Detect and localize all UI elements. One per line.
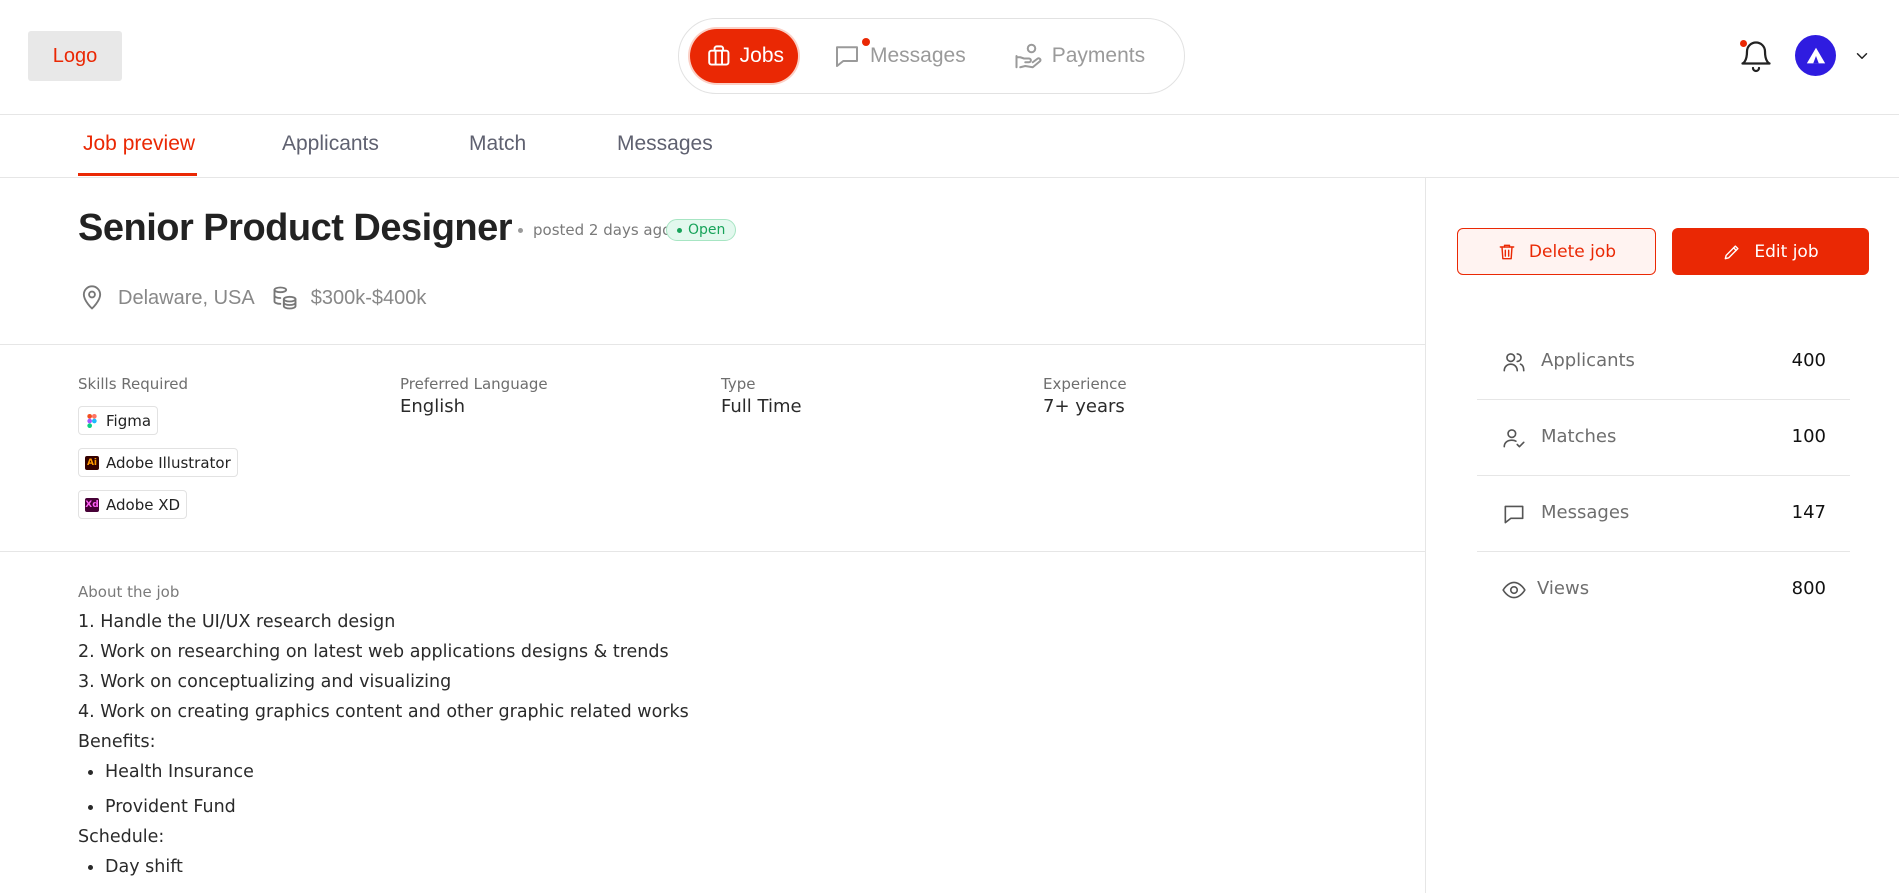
notification-dot	[1740, 40, 1747, 47]
active-tab-indicator	[78, 173, 197, 176]
delete-job-label: Delete job	[1528, 241, 1617, 262]
stat-label: Views	[1537, 578, 1590, 599]
bullet-dot	[88, 804, 93, 810]
avatar-logo-icon	[1806, 47, 1825, 63]
delete-job-button[interactable]: Delete job	[1457, 228, 1656, 275]
tab-match[interactable]: Match	[469, 132, 526, 156]
bullet-dot	[88, 769, 93, 775]
type-value: Full Time	[721, 396, 802, 417]
list-item: Day shift	[88, 857, 183, 877]
stat-label: Applicants	[1541, 350, 1635, 371]
eye-icon	[1502, 581, 1526, 599]
stat-messages[interactable]: Messages 147	[1477, 476, 1850, 552]
skill-label: Figma	[106, 411, 152, 430]
hand-coins-icon	[1015, 43, 1042, 69]
section-divider	[0, 344, 1425, 345]
job-tabs: Job preview Applicants Match Messages	[0, 115, 1899, 178]
edit-job-label: Edit job	[1754, 241, 1819, 262]
trash-icon	[1499, 244, 1515, 259]
about-line: 1. Handle the UI/UX research design	[78, 612, 396, 632]
skill-label: Adobe XD	[106, 495, 181, 514]
schedule-heading: Schedule:	[78, 827, 165, 847]
experience-value: 7+ years	[1043, 396, 1125, 417]
language-label: Preferred Language	[400, 375, 548, 393]
bullet-dot	[518, 227, 523, 233]
bullet-dot	[88, 864, 93, 870]
stat-label: Messages	[1541, 502, 1630, 523]
benefits-heading: Benefits:	[78, 732, 156, 752]
tab-job-preview[interactable]: Job preview	[83, 132, 195, 156]
tab-messages[interactable]: Messages	[617, 132, 713, 156]
nav-jobs-label: Jobs	[739, 44, 784, 67]
about-line: 3. Work on conceptualizing and visualizi…	[78, 672, 452, 692]
skill-chip: Ai Adobe Illustrator	[78, 448, 238, 477]
adobe-illustrator-icon: Ai	[85, 455, 99, 470]
experience-label: Experience	[1043, 375, 1127, 393]
about-line: 4. Work on creating graphics content and…	[78, 702, 689, 722]
logo[interactable]: Logo	[28, 31, 122, 81]
edit-job-button[interactable]: Edit job	[1672, 228, 1869, 275]
nav-messages-label: Messages	[870, 44, 966, 67]
list-item-text: Health Insurance	[105, 762, 254, 782]
page-title: Senior Product Designer	[78, 207, 513, 249]
chevron-down-icon[interactable]	[1853, 47, 1871, 65]
adobe-xd-icon: Xd	[85, 497, 99, 512]
skill-chip: Figma	[78, 406, 159, 435]
coins-icon	[273, 286, 297, 310]
avatar[interactable]	[1795, 35, 1836, 76]
briefcase-icon	[708, 45, 730, 66]
posted-time: posted 2 days ago	[518, 221, 671, 239]
chat-icon	[1504, 505, 1524, 524]
figma-icon	[85, 413, 99, 428]
chat-icon	[836, 46, 858, 67]
skills-label: Skills Required	[78, 375, 189, 393]
type-label: Type	[721, 375, 756, 393]
location-text: Delaware, USA	[118, 286, 255, 309]
stat-value: 147	[1791, 502, 1826, 523]
stat-value: 100	[1791, 426, 1826, 447]
status-text: Open	[688, 222, 726, 238]
map-pin-icon	[82, 285, 102, 310]
job-location-salary: Delaware, USA $300k-$400k	[78, 284, 426, 312]
nav-payments-label: Payments	[1051, 44, 1146, 67]
nav-payments[interactable]: Payments	[1000, 29, 1159, 83]
pencil-icon	[1725, 244, 1739, 259]
nav-messages[interactable]: Messages	[818, 29, 980, 83]
about-line: 2. Work on researching on latest web app…	[78, 642, 669, 662]
list-item: Health Insurance	[88, 762, 254, 782]
main-nav: Jobs Messages Payments	[678, 18, 1185, 94]
stat-views[interactable]: Views 800	[1477, 552, 1850, 628]
skill-chip: Xd Adobe XD	[78, 490, 188, 519]
nav-jobs[interactable]: Jobs	[690, 29, 798, 83]
section-divider	[0, 551, 1425, 552]
status-dot	[677, 227, 682, 233]
notification-dot	[862, 38, 870, 46]
posted-text: posted 2 days ago	[533, 221, 672, 239]
top-bar: Logo Jobs Messages Payments	[0, 0, 1899, 115]
stat-value: 800	[1791, 578, 1826, 599]
salary-text: $300k-$400k	[310, 286, 427, 309]
list-item-text: Day shift	[105, 857, 183, 877]
stat-value: 400	[1791, 350, 1826, 371]
notifications-button[interactable]	[1738, 37, 1774, 75]
list-item: Provident Fund	[88, 797, 236, 817]
stat-matches[interactable]: Matches 100	[1477, 400, 1850, 476]
list-item-text: Provident Fund	[105, 797, 236, 817]
user-check-icon	[1503, 429, 1525, 448]
language-value: English	[400, 396, 465, 417]
stat-label: Matches	[1541, 426, 1617, 447]
stat-applicants[interactable]: Applicants 400	[1477, 324, 1850, 400]
tab-applicants[interactable]: Applicants	[282, 132, 379, 156]
skill-label: Adobe Illustrator	[106, 453, 231, 472]
status-badge: Open	[666, 219, 737, 241]
users-icon	[1503, 353, 1525, 372]
about-label: About the job	[78, 583, 180, 601]
panel-divider	[1425, 178, 1426, 893]
